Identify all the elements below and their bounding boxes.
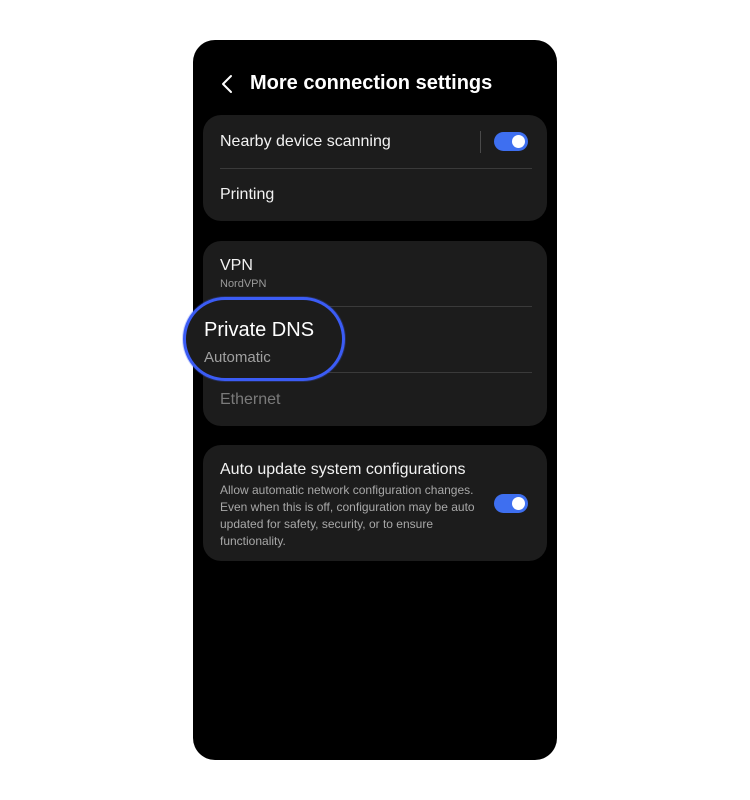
toggle-knob [512,497,525,510]
ethernet-label: Ethernet [220,391,281,408]
auto-update-toggle[interactable] [494,494,528,513]
nearby-device-scanning-label: Nearby device scanning [220,133,391,150]
phone-screen: More connection settings Nearby device s… [193,40,557,760]
toggle-knob [512,135,525,148]
settings-group-scanning: Nearby device scanning Printing [203,115,547,221]
row-divider-vertical [480,131,481,153]
settings-group-auto-update: Auto update system configurations Allow … [203,445,547,561]
nearby-device-scanning-row[interactable]: Nearby device scanning [203,115,547,168]
printing-label: Printing [220,186,275,203]
private-dns-value: Automatic [204,349,271,366]
private-dns-label: Private DNS [204,319,315,341]
private-dns-row-highlighted[interactable]: Private DNS Automatic [183,297,345,381]
chevron-left-icon [222,75,232,93]
nearby-device-scanning-toggle[interactable] [494,132,528,151]
vpn-label: VPN [220,257,253,274]
back-button[interactable] [213,70,241,98]
auto-update-description: Allow automatic network configuration ch… [220,483,475,548]
auto-update-label: Auto update system configurations [220,461,466,478]
auto-update-row[interactable]: Auto update system configurations Allow … [203,445,547,561]
page-title: More connection settings [250,72,493,94]
vpn-value: NordVPN [220,278,267,290]
printing-row[interactable]: Printing [203,169,547,221]
